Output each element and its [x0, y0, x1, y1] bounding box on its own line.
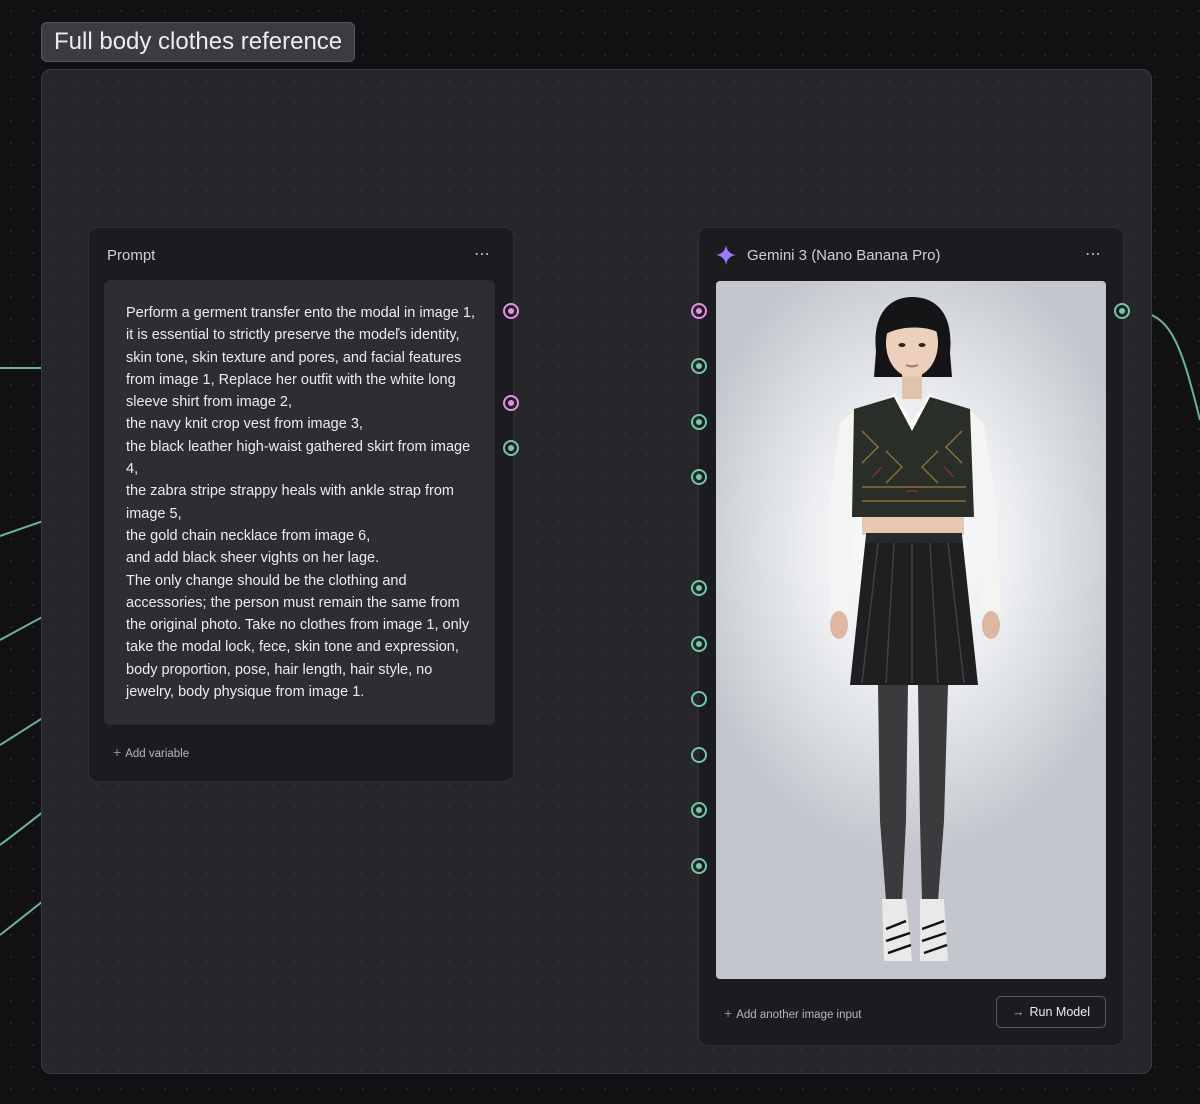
add-variable-button[interactable]: + Add variable	[113, 744, 189, 760]
image-input-handle[interactable]	[691, 414, 707, 430]
add-image-label: Add another image input	[736, 1009, 862, 1021]
prompt-node-title: Prompt	[107, 247, 156, 264]
image-input-handle[interactable]	[691, 691, 707, 707]
more-horizontal-icon[interactable]: ⋯	[1085, 244, 1102, 264]
gemini-sparkle-icon	[715, 244, 737, 266]
model-node-title: Gemini 3 (Nano Banana Pro)	[747, 247, 941, 264]
image-input-handle[interactable]	[503, 440, 519, 456]
prompt-output-handle[interactable]	[503, 303, 519, 319]
prompt-textarea[interactable]: Perform a germent transfer ento the moda…	[104, 280, 495, 725]
fashion-model-figure	[828, 297, 1000, 961]
image-input-handle[interactable]	[691, 358, 707, 374]
image-input-handle[interactable]	[691, 802, 707, 818]
plus-icon: +	[724, 1005, 733, 1021]
group-label[interactable]: Full body clothes reference	[41, 22, 356, 62]
model-output-handle[interactable]	[1114, 303, 1130, 319]
image-input-handle[interactable]	[691, 580, 707, 596]
model-prompt-input-handle[interactable]	[691, 303, 707, 319]
image-input-handle[interactable]	[691, 469, 707, 485]
image-input-handle[interactable]	[691, 636, 707, 652]
add-image-input-button[interactable]: + Add another image input	[724, 1005, 862, 1021]
arrow-right-icon: →	[1012, 1005, 1025, 1019]
generated-image[interactable]	[716, 281, 1106, 979]
run-model-button[interactable]: → Run Model	[996, 996, 1106, 1028]
more-horizontal-icon[interactable]: ⋯	[474, 244, 491, 264]
image-input-handle[interactable]	[691, 858, 707, 874]
add-variable-label: Add variable	[125, 748, 190, 760]
text-input-handle[interactable]	[503, 395, 519, 411]
run-model-label: Run Model	[1029, 1005, 1090, 1019]
image-input-handle[interactable]	[691, 747, 707, 763]
plus-icon: +	[113, 744, 122, 760]
